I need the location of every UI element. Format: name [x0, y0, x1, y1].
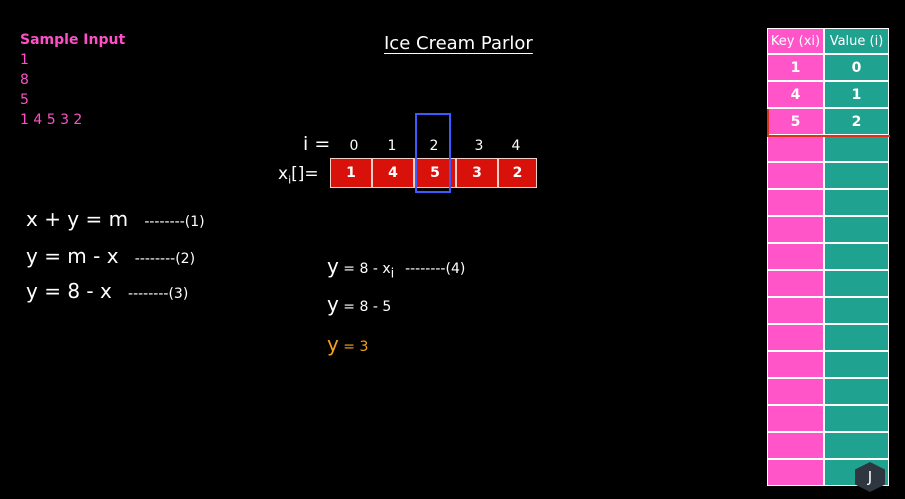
table-row-empty — [767, 243, 889, 270]
sample-input: Sample Input 1 8 5 1 4 5 3 2 — [20, 30, 125, 130]
key-cell — [767, 216, 824, 243]
array-cell: 1 — [330, 158, 372, 188]
index-value: 3 — [474, 138, 484, 154]
value-cell — [824, 189, 889, 216]
equation-3-rest: = 8 - x — [37, 279, 112, 303]
array-cell: 2 — [498, 158, 537, 188]
sample-input-line: 5 — [20, 92, 29, 108]
equation-4-sub: i — [390, 266, 395, 282]
equation-2-main: y = m - x — [26, 244, 119, 268]
array-cell: 3 — [456, 158, 498, 188]
table-row-empty — [767, 162, 889, 189]
key-cell — [767, 162, 824, 189]
equation-6-rest: = 3 — [338, 339, 369, 355]
array-cell: 4 — [372, 158, 414, 188]
table-row: 1 0 — [767, 54, 889, 81]
table-row-empty — [767, 135, 889, 162]
index-value: 0 — [349, 138, 359, 154]
insert-marker-horizontal — [767, 135, 890, 137]
value-cell — [824, 270, 889, 297]
table-row-empty — [767, 378, 889, 405]
equation-4-y: y — [327, 254, 339, 278]
array-label: xi[]= — [278, 164, 319, 186]
table-row-empty — [767, 432, 889, 459]
index-value: 1 — [387, 138, 397, 154]
index-value: 4 — [511, 138, 521, 154]
value-cell — [824, 378, 889, 405]
key-cell — [767, 459, 824, 486]
value-cell — [824, 324, 889, 351]
key-cell — [767, 297, 824, 324]
key-cell — [767, 189, 824, 216]
key-cell: 5 — [767, 108, 824, 135]
value-cell — [824, 243, 889, 270]
value-cell: 1 — [824, 81, 889, 108]
sample-input-line: 1 — [20, 52, 29, 68]
sample-input-line: 8 — [20, 72, 29, 88]
table-row-empty — [767, 324, 889, 351]
equation-4: y = 8 - xi --------(4) — [327, 254, 465, 281]
insert-marker-vertical — [767, 109, 769, 136]
page-title: Ice Cream Parlor — [384, 33, 533, 54]
array-label-rest: []= — [291, 164, 319, 184]
table-row: 4 1 — [767, 81, 889, 108]
equation-5: y = 8 - 5 — [327, 292, 391, 316]
sample-input-title: Sample Input — [20, 32, 126, 48]
hash-table-header: Key (xi) Value (i) — [767, 28, 889, 54]
value-cell — [824, 432, 889, 459]
value-cell — [824, 162, 889, 189]
value-cell: 2 — [824, 108, 889, 135]
equation-4-rest: = 8 - x — [338, 261, 391, 277]
equation-3-y: y — [26, 279, 38, 303]
equation-4-tag: --------(4) — [405, 261, 466, 277]
table-row-empty — [767, 270, 889, 297]
key-cell — [767, 378, 824, 405]
table-row-empty — [767, 351, 889, 378]
key-cell — [767, 135, 824, 162]
value-cell — [824, 405, 889, 432]
equation-3: y = 8 - x --------(3) — [26, 279, 188, 303]
key-cell — [767, 324, 824, 351]
equation-1: x + y = m --------(1) — [26, 207, 205, 231]
equation-5-y: y — [327, 292, 339, 316]
key-cell — [767, 270, 824, 297]
value-cell — [824, 216, 889, 243]
equation-6-y: y — [327, 332, 339, 356]
key-cell — [767, 405, 824, 432]
key-cell — [767, 243, 824, 270]
equation-2: y = m - x --------(2) — [26, 244, 195, 268]
key-cell — [767, 432, 824, 459]
key-cell: 1 — [767, 54, 824, 81]
table-row-empty — [767, 405, 889, 432]
equation-1-tag: --------(1) — [144, 214, 205, 230]
index-label: i = — [303, 133, 331, 155]
key-header: Key (xi) — [767, 28, 824, 54]
current-index-highlight — [415, 113, 451, 193]
key-cell — [767, 351, 824, 378]
value-cell — [824, 135, 889, 162]
value-cell — [824, 351, 889, 378]
table-row: 5 2 — [767, 108, 889, 135]
value-cell — [824, 297, 889, 324]
value-cell: 0 — [824, 54, 889, 81]
value-header: Value (i) — [824, 28, 889, 54]
array-label-x: x — [278, 164, 289, 184]
equation-5-rest: = 8 - 5 — [338, 299, 392, 315]
hash-table: Key (xi) Value (i) 1 0 4 1 5 2 — [767, 28, 889, 486]
equation-2-tag: --------(2) — [134, 251, 196, 267]
table-row-empty — [767, 297, 889, 324]
sample-input-line: 1 4 5 3 2 — [20, 112, 83, 128]
equation-1-main: x + y = m — [26, 207, 129, 231]
table-row-empty — [767, 189, 889, 216]
equation-6: y = 3 — [327, 332, 368, 356]
equation-3-tag: --------(3) — [128, 286, 189, 302]
table-row-empty — [767, 216, 889, 243]
key-cell: 4 — [767, 81, 824, 108]
